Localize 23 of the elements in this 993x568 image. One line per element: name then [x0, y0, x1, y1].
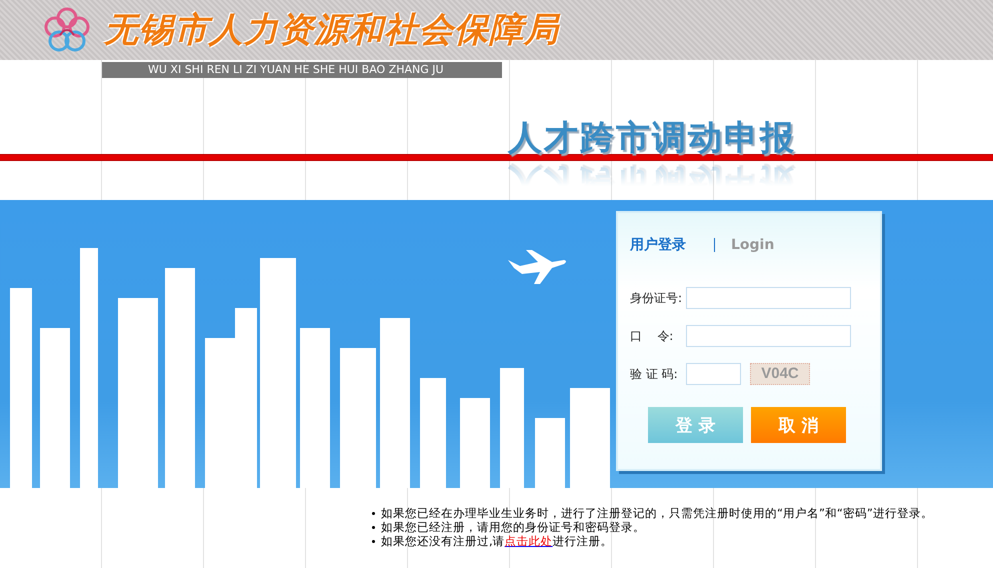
id-number-field[interactable] [686, 287, 851, 309]
bullet-icon [372, 526, 375, 528]
notice-text: 如果您已经注册，请用您的身份证号和密码登录。 [381, 520, 645, 534]
field-label: 口 令: [630, 328, 674, 344]
register-link[interactable]: 点击此处 [504, 534, 553, 548]
login-subtitle: Login [731, 237, 774, 253]
bullet-icon [372, 540, 375, 542]
captcha-field[interactable] [686, 363, 741, 385]
airplane-icon [506, 250, 566, 284]
field-label: 身份证号: [630, 290, 684, 306]
password-field[interactable] [686, 325, 851, 347]
login-title: 用户登录 [630, 236, 686, 254]
login-button[interactable]: 登 录 [648, 407, 743, 443]
cancel-button[interactable]: 取 消 [751, 407, 846, 443]
notice-text: 如果您已经在办理毕业生业务时，进行了注册登记的，只需凭注册时使用的“用户名”和“密码”进行登录。 [381, 506, 933, 520]
bullet-icon [372, 512, 375, 514]
site-title: 无锡市人力资源和社会保障局 [104, 9, 559, 52]
logo-icon [44, 7, 90, 53]
captcha-image: V04C [750, 363, 810, 385]
notice-text: 如果您还没有注册过,请点击此处进行注册。 [381, 534, 613, 548]
field-label: 验 证 码: [630, 366, 679, 382]
page-title: 人才跨市调动申报 [508, 118, 796, 158]
pinyin-bar: WU XI SHI REN LI ZI YUAN HE SHE HUI BAO ZHANG JU [102, 62, 502, 78]
